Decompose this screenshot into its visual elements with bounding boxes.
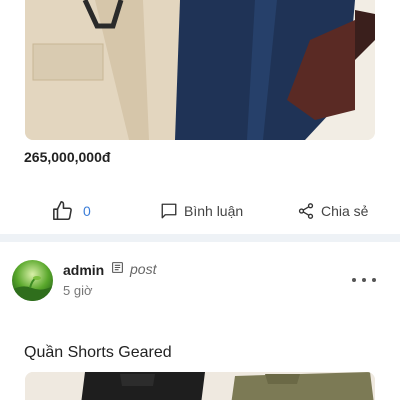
comment-button[interactable]: Bình luận [160, 196, 243, 226]
comment-icon [160, 202, 178, 220]
avatar[interactable] [12, 260, 53, 301]
comment-label: Bình luận [184, 203, 244, 219]
post-card-1: 265,000,000đ 0 Bình luận Chia sẻ [0, 0, 400, 234]
document-icon [111, 261, 130, 277]
like-button[interactable]: 0 [52, 196, 91, 226]
post-actions-bar: 0 Bình luận Chia sẻ [0, 196, 400, 226]
post-title: Quần Shorts Geared [24, 344, 172, 361]
post-card-2: admin post 5 giờ Quần Shorts Geared [0, 242, 400, 400]
share-icon [297, 202, 315, 220]
share-button[interactable]: Chia sẻ [297, 196, 368, 226]
product-price: 265,000,000đ [24, 149, 111, 165]
author-name[interactable]: admin [63, 262, 104, 278]
product-image-2[interactable] [25, 372, 375, 400]
product-image[interactable] [25, 0, 375, 140]
post-type-label: post [130, 261, 157, 277]
more-icon[interactable] [352, 270, 376, 290]
like-count: 0 [83, 203, 91, 219]
post-time: 5 giờ [63, 283, 93, 298]
share-label: Chia sẻ [321, 203, 369, 219]
thumbs-up-icon [52, 200, 74, 222]
post-type: post [111, 261, 156, 277]
